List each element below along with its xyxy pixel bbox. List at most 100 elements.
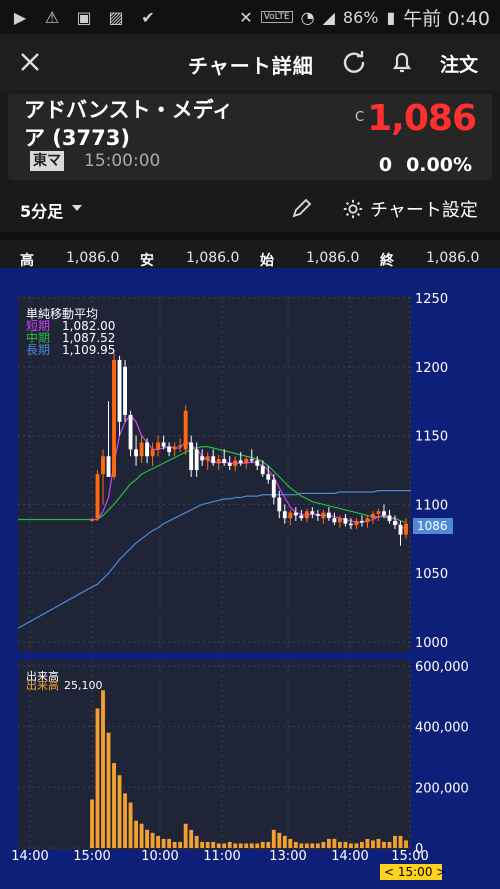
status-bar: ▶ ⚠ ▣ ▨ ✔ ✕ VoLTE ◔ ◢ 86% ▮ 午前 0:40: [0, 0, 500, 34]
time-tick-label: 14:00: [331, 849, 368, 864]
close-label: 終: [380, 253, 394, 269]
candle-body: [189, 442, 194, 470]
candle-body: [134, 449, 138, 457]
interval-select[interactable]: 5分足: [20, 198, 63, 222]
candle-body: [260, 465, 265, 475]
volume-bar: [404, 840, 408, 848]
candle-body: [382, 511, 386, 516]
bell-icon[interactable]: [388, 48, 416, 76]
high-label: 高: [20, 253, 34, 269]
pencil-icon[interactable]: [290, 196, 314, 220]
volume-bar: [233, 843, 238, 848]
candle-body: [354, 520, 359, 526]
volume-bar: [95, 708, 100, 848]
volume-bar: [277, 832, 282, 848]
current-price: 1,086: [367, 98, 477, 139]
volume-bar: [255, 843, 260, 848]
candle-body: [332, 518, 337, 523]
close-icon[interactable]: [16, 48, 44, 76]
volume-bar: [337, 841, 342, 848]
volume-value: 25,100: [64, 679, 103, 692]
candle-body: [227, 463, 232, 466]
candle-body: [233, 460, 238, 466]
candle-body: [222, 458, 227, 464]
chart-toolbar: 5分足 チャート設定: [0, 186, 500, 232]
last-price-label: 1086: [417, 519, 448, 533]
stock-chart[interactable]: 125012001150110010501000 単純移動平均 短期 1,082…: [0, 268, 500, 889]
volume-bar: [161, 838, 166, 848]
candle-body: [112, 359, 116, 477]
volume-bar: [321, 841, 326, 848]
candle-body: [205, 456, 210, 461]
candle-body: [393, 520, 397, 526]
image-icon: ▨: [108, 7, 124, 27]
legend-long-label: 長期: [26, 343, 50, 357]
volume-bar: [354, 843, 359, 848]
candle-body: [244, 458, 249, 464]
chart-area[interactable]: 1250 1200 1150 1100 1050 1000 単純移動平均 短期 1,082…: [0, 268, 500, 889]
candle-body: [348, 523, 353, 526]
volume-bar: [134, 820, 138, 848]
candle-body: [216, 458, 221, 464]
volume-bar: [398, 835, 403, 848]
open-value: 1,086.0: [306, 250, 360, 266]
time-tick-label: 11:00: [203, 849, 240, 864]
candle-body: [371, 514, 375, 519]
candle-body: [282, 511, 287, 519]
candle-body: [90, 519, 94, 522]
volume-bar: [271, 829, 276, 848]
candle-body: [360, 520, 364, 523]
volume-bar: [145, 829, 150, 848]
candle-body: [117, 359, 122, 422]
change-value: 0: [378, 154, 393, 176]
warning-icon: ⚠: [44, 7, 60, 27]
time-tick-label: 15:00: [73, 849, 110, 864]
volume-bar: [123, 793, 127, 848]
volume-bar: [376, 838, 381, 848]
volume-bar: [128, 802, 133, 848]
volume-bar: [326, 838, 331, 848]
candle-body: [293, 512, 298, 516]
low-label: 安: [140, 253, 154, 269]
candle-body: [266, 474, 271, 480]
volume-bar: [194, 835, 199, 848]
candle-body: [288, 512, 293, 519]
stock-summary-card: アドバンスト・メディア (3773) 東マ 15:00:00 C 1,086 0…: [8, 94, 492, 180]
volume-bar: [101, 690, 105, 848]
volume-bar: [249, 843, 254, 848]
candle-body: [106, 456, 111, 477]
volume-tick-label: 400,000: [415, 721, 469, 736]
refresh-icon[interactable]: [340, 48, 368, 76]
stock-name: アドバンスト・メディア (3773): [24, 98, 234, 150]
chart-settings-button[interactable]: チャート設定: [342, 196, 478, 222]
volume-bar: [393, 835, 397, 848]
candle-body: [310, 511, 315, 515]
app-header: チャート詳細 注文: [0, 34, 500, 90]
volume-bar: [382, 841, 386, 848]
candle-body: [161, 442, 166, 447]
candle-body: [238, 460, 243, 464]
volume-bar: [282, 835, 287, 848]
volume-bar: [227, 841, 232, 848]
chevron-down-icon[interactable]: [72, 205, 82, 211]
market-badge: 東マ: [30, 151, 64, 171]
order-button[interactable]: 注文: [440, 50, 478, 77]
volume-bar: [332, 838, 337, 848]
volume-bar: [222, 843, 227, 848]
candle-body: [95, 474, 100, 519]
battery-percent: 86%: [342, 7, 379, 27]
candle-body: [101, 456, 105, 475]
volume-bar: [106, 732, 111, 848]
candle-body: [326, 512, 331, 519]
time-tick-label: 14:00: [11, 849, 48, 864]
volume-bar: [288, 838, 293, 848]
time-tick-label: 10:00: [141, 849, 178, 864]
candle-body: [343, 518, 348, 524]
candle-body: [398, 525, 403, 535]
candle-body: [123, 366, 127, 415]
volume-bar: [238, 843, 243, 848]
candle-body: [150, 449, 155, 457]
volume-bar: [343, 841, 348, 848]
candle-body: [387, 515, 392, 521]
candle-body: [156, 442, 161, 450]
